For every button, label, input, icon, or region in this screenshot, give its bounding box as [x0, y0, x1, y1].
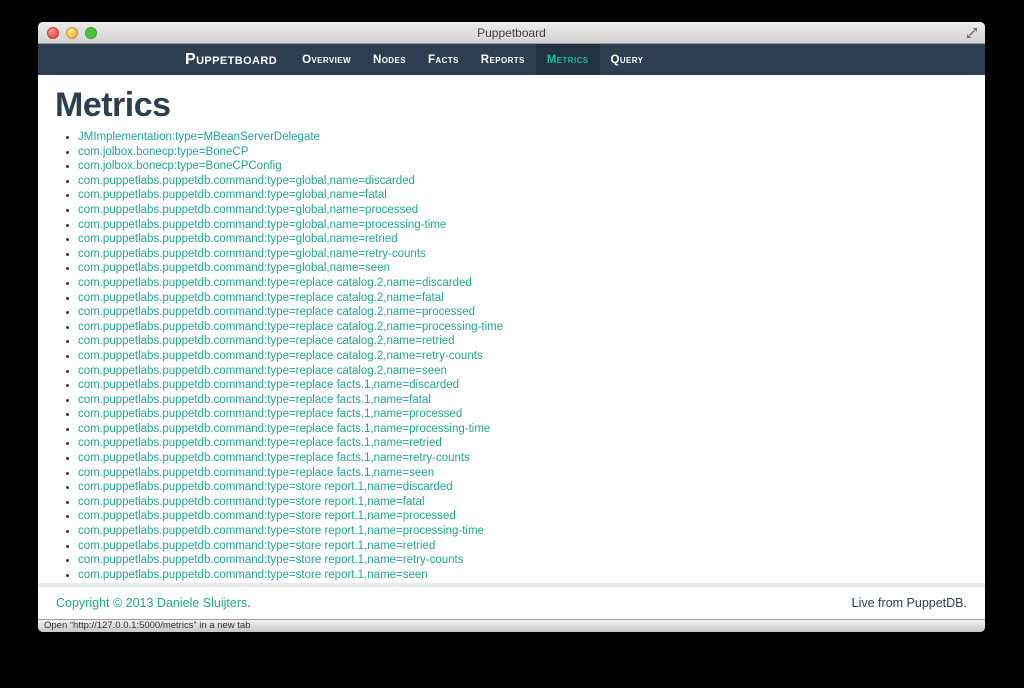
browser-window: Puppetboard Puppetboard Overview Nodes F… [38, 22, 985, 632]
main-content: Metrics JMImplementation:type=MBeanServe… [38, 75, 985, 583]
metric-list-item: com.puppetlabs.puppetdb.command:type=sto… [78, 568, 967, 583]
nav-item-metrics[interactable]: Metrics [535, 44, 600, 75]
metric-link[interactable]: com.puppetlabs.puppetdb.command:type=rep… [78, 321, 503, 333]
status-text: Open “http://127.0.0.1:5000/metrics” in … [44, 620, 251, 631]
metric-link[interactable]: com.puppetlabs.puppetdb.command:type=sto… [78, 525, 484, 537]
metric-link[interactable]: com.puppetlabs.puppetdb.command:type=sto… [78, 510, 456, 522]
metric-link[interactable]: com.puppetlabs.puppetdb.command:type=rep… [78, 394, 431, 406]
metric-list-item: com.puppetlabs.puppetdb.command:type=rep… [78, 276, 967, 291]
navbar-brand[interactable]: Puppetboard [183, 44, 279, 75]
metric-list-item: com.puppetlabs.puppetdb.command:type=glo… [78, 261, 967, 276]
window-title: Puppetboard [477, 25, 546, 40]
metric-list-item: JMImplementation:type=MBeanServerDelegat… [78, 130, 967, 145]
metric-list-item: com.puppetlabs.puppetdb.command:type=glo… [78, 232, 967, 247]
window-controls [47, 22, 97, 44]
metric-link[interactable]: com.puppetlabs.puppetdb.command:type=rep… [78, 452, 470, 464]
metric-link[interactable]: com.puppetlabs.puppetdb.command:type=rep… [78, 306, 475, 318]
metric-list-item: com.puppetlabs.puppetdb.command:type=rep… [78, 407, 967, 422]
metric-link[interactable]: com.puppetlabs.puppetdb.command:type=glo… [78, 175, 415, 187]
copyright: Copyright © 2013 Daniele Sluijters. [56, 596, 251, 610]
metric-link[interactable]: JMImplementation:type=MBeanServerDelegat… [78, 131, 320, 143]
metric-link[interactable]: com.puppetlabs.puppetdb.command:type=glo… [78, 248, 426, 260]
live-from-text: Live from PuppetDB. [851, 596, 967, 610]
close-button[interactable] [47, 27, 59, 39]
footer: Copyright © 2013 Daniele Sluijters. Live… [38, 587, 985, 619]
metric-link[interactable]: com.puppetlabs.puppetdb.command:type=glo… [78, 204, 418, 216]
metric-list-item: com.puppetlabs.puppetdb.command:type=rep… [78, 320, 967, 335]
fullscreen-resize-icon[interactable] [966, 27, 978, 39]
metric-list-item: com.puppetlabs.puppetdb.command:type=rep… [78, 349, 967, 364]
nav-item-query[interactable]: Query [600, 44, 655, 75]
minimize-button[interactable] [66, 27, 78, 39]
metric-list-item: com.puppetlabs.puppetdb.command:type=glo… [78, 174, 967, 189]
zoom-button[interactable] [85, 27, 97, 39]
metric-list-item: com.puppetlabs.puppetdb.command:type=rep… [78, 393, 967, 408]
nav-item-facts[interactable]: Facts [417, 44, 470, 75]
metric-list-item: com.puppetlabs.puppetdb.command:type=glo… [78, 188, 967, 203]
metric-link[interactable]: com.puppetlabs.puppetdb.command:type=sto… [78, 496, 425, 508]
nav-item-overview[interactable]: Overview [291, 44, 362, 75]
metric-list-item: com.puppetlabs.puppetdb.command:type=glo… [78, 218, 967, 233]
metric-link[interactable]: com.jolbox.bonecp:type=BoneCP [78, 146, 248, 158]
metric-link[interactable]: com.jolbox.bonecp:type=BoneCPConfig [78, 160, 282, 172]
nav-items: Overview Nodes Facts Reports Metrics Que… [291, 44, 654, 75]
metric-list-item: com.puppetlabs.puppetdb.command:type=sto… [78, 495, 967, 510]
metric-list-item: com.puppetlabs.puppetdb.command:type=sto… [78, 553, 967, 568]
metric-list-item: com.jolbox.bonecp:type=BoneCPConfig [78, 159, 967, 174]
status-bar: Open “http://127.0.0.1:5000/metrics” in … [38, 619, 985, 632]
metric-list-item: com.puppetlabs.puppetdb.command:type=rep… [78, 436, 967, 451]
metric-link[interactable]: com.puppetlabs.puppetdb.command:type=rep… [78, 292, 444, 304]
page-title: Metrics [55, 86, 171, 124]
metric-link[interactable]: com.puppetlabs.puppetdb.command:type=rep… [78, 277, 472, 289]
metric-link[interactable]: com.puppetlabs.puppetdb.command:type=rep… [78, 365, 447, 377]
metric-link[interactable]: com.puppetlabs.puppetdb.command:type=sto… [78, 554, 463, 566]
navbar: Puppetboard Overview Nodes Facts Reports… [38, 44, 985, 75]
nav-item-reports[interactable]: Reports [470, 44, 536, 75]
metric-list-item: com.puppetlabs.puppetdb.command:type=sto… [78, 480, 967, 495]
metric-list-item: com.puppetlabs.puppetdb.command:type=rep… [78, 378, 967, 393]
metric-list-item: com.puppetlabs.puppetdb.command:type=glo… [78, 203, 967, 218]
metric-list-item: com.puppetlabs.puppetdb.command:type=rep… [78, 451, 967, 466]
metric-link[interactable]: com.puppetlabs.puppetdb.command:type=rep… [78, 379, 459, 391]
metric-list-item: com.jolbox.bonecp:type=BoneCP [78, 145, 967, 160]
metric-list-item: com.puppetlabs.puppetdb.command:type=sto… [78, 524, 967, 539]
metric-link[interactable]: com.puppetlabs.puppetdb.command:type=sto… [78, 569, 428, 581]
metric-link[interactable]: com.puppetlabs.puppetdb.command:type=glo… [78, 233, 398, 245]
metric-link[interactable]: com.puppetlabs.puppetdb.command:type=glo… [78, 189, 387, 201]
metric-link[interactable]: com.puppetlabs.puppetdb.command:type=rep… [78, 335, 455, 347]
metric-list-item: com.puppetlabs.puppetdb.command:type=rep… [78, 422, 967, 437]
metric-link[interactable]: com.puppetlabs.puppetdb.command:type=rep… [78, 408, 462, 420]
metric-link[interactable]: com.puppetlabs.puppetdb.command:type=glo… [78, 262, 390, 274]
metrics-list: JMImplementation:type=MBeanServerDelegat… [55, 130, 967, 582]
copyright-period: . [247, 596, 251, 610]
metric-list-item: com.puppetlabs.puppetdb.command:type=glo… [78, 247, 967, 262]
window-titlebar[interactable]: Puppetboard [38, 22, 985, 44]
copyright-link[interactable]: Copyright © 2013 Daniele Sluijters [56, 596, 247, 610]
metric-list-item: com.puppetlabs.puppetdb.command:type=rep… [78, 334, 967, 349]
metric-link[interactable]: com.puppetlabs.puppetdb.command:type=rep… [78, 350, 483, 362]
metric-link[interactable]: com.puppetlabs.puppetdb.command:type=rep… [78, 437, 442, 449]
metric-list-item: com.puppetlabs.puppetdb.command:type=sto… [78, 539, 967, 554]
nav-item-nodes[interactable]: Nodes [362, 44, 417, 75]
metric-list-item: com.puppetlabs.puppetdb.command:type=rep… [78, 364, 967, 379]
metric-link[interactable]: com.puppetlabs.puppetdb.command:type=rep… [78, 423, 490, 435]
metric-link[interactable]: com.puppetlabs.puppetdb.command:type=rep… [78, 467, 434, 479]
metric-link[interactable]: com.puppetlabs.puppetdb.command:type=sto… [78, 540, 435, 552]
metric-link[interactable]: com.puppetlabs.puppetdb.command:type=glo… [78, 219, 446, 231]
metric-list-item: com.puppetlabs.puppetdb.command:type=rep… [78, 305, 967, 320]
metric-link[interactable]: com.puppetlabs.puppetdb.command:type=sto… [78, 481, 453, 493]
metric-list-item: com.puppetlabs.puppetdb.command:type=rep… [78, 466, 967, 481]
metric-list-item: com.puppetlabs.puppetdb.command:type=rep… [78, 291, 967, 306]
metric-list-item: com.puppetlabs.puppetdb.command:type=sto… [78, 509, 967, 524]
